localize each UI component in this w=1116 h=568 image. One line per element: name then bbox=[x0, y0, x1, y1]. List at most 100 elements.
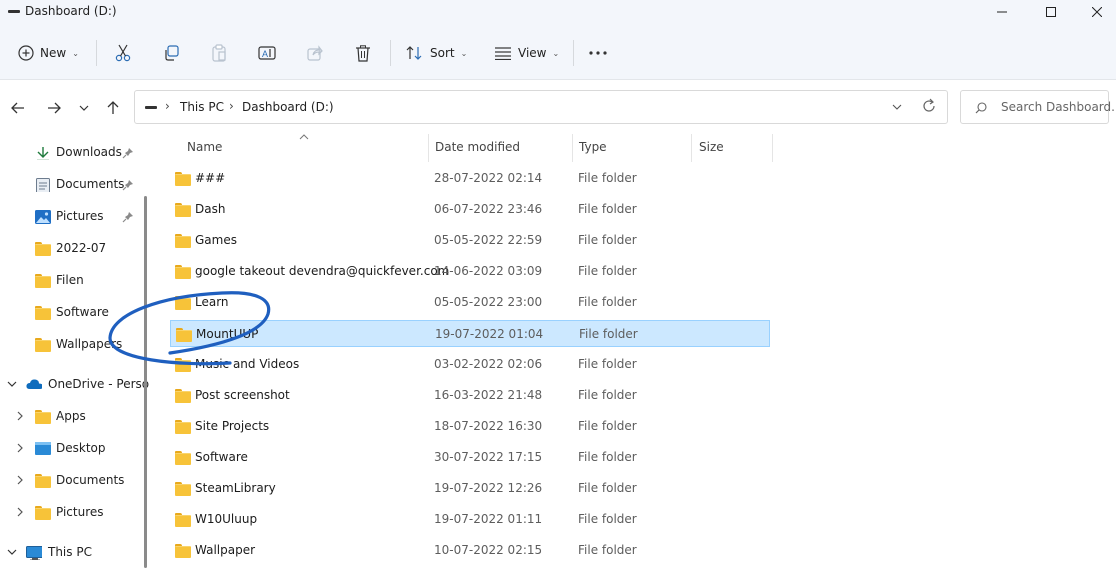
breadcrumb-this-pc[interactable]: This PC bbox=[180, 100, 224, 114]
sidebar-item-apps[interactable]: Apps bbox=[0, 403, 148, 431]
table-row[interactable]: Music and Videos 03-02-2022 02:06 File fol… bbox=[170, 351, 770, 378]
table-row[interactable]: Software 30-07-2022 17:15 File folder bbox=[170, 444, 770, 471]
folder-icon bbox=[175, 358, 191, 372]
table-row[interactable]: google takeout devendra@quickfever.com 14… bbox=[170, 258, 770, 285]
refresh-icon[interactable] bbox=[921, 98, 937, 114]
file-date-modified: 18-07-2022 16:30 bbox=[434, 419, 543, 433]
maximize-button[interactable] bbox=[1028, 0, 1074, 24]
table-row[interactable]: Games 05-05-2022 22:59 File folder bbox=[170, 227, 770, 254]
new-button[interactable]: New ⌄ bbox=[18, 38, 79, 68]
chevron-down-icon bbox=[79, 105, 89, 111]
file-list: Name Date modified Type Size ### 28-07-20… bbox=[152, 134, 1116, 568]
folder-icon bbox=[175, 203, 191, 217]
table-row[interactable]: Dash 06-07-2022 23:46 File folder bbox=[170, 196, 770, 223]
paste-button[interactable] bbox=[211, 38, 227, 68]
file-name: SteamLibrary bbox=[195, 481, 276, 495]
sidebar-item-onedrive-pictures[interactable]: Pictures bbox=[0, 499, 148, 527]
table-row[interactable]: Learn 05-05-2022 23:00 File folder bbox=[170, 289, 770, 316]
chevron-right-icon bbox=[17, 507, 23, 517]
toolbar-divider bbox=[390, 40, 391, 66]
chevron-down-icon: ⌄ bbox=[460, 48, 468, 58]
file-date-modified: 28-07-2022 02:14 bbox=[434, 171, 543, 185]
chevron-right-icon bbox=[17, 411, 23, 421]
breadcrumb-chevron-icon[interactable]: › bbox=[229, 99, 234, 113]
chevron-down-icon: ⌄ bbox=[72, 48, 79, 58]
chevron-right-icon bbox=[17, 475, 23, 485]
sidebar-scrollbar[interactable] bbox=[144, 196, 147, 568]
view-list-icon bbox=[495, 47, 511, 60]
minimize-button[interactable] bbox=[979, 0, 1025, 24]
forward-button[interactable] bbox=[44, 98, 64, 118]
column-header-name[interactable]: Name bbox=[187, 140, 222, 154]
table-row[interactable]: SteamLibrary 19-07-2022 12:26 File folder bbox=[170, 475, 770, 502]
sidebar-item-software[interactable]: Software bbox=[0, 299, 148, 327]
file-date-modified: 16-03-2022 21:48 bbox=[434, 388, 543, 402]
folder-icon bbox=[175, 482, 191, 496]
copy-button[interactable] bbox=[163, 38, 179, 68]
table-row[interactable]: Wallpaper 10-07-2022 02:15 File folder bbox=[170, 537, 770, 564]
toolbar-divider bbox=[573, 40, 574, 66]
table-row[interactable]: Site Projects 18-07-2022 16:30 File folder bbox=[170, 413, 770, 440]
column-divider[interactable] bbox=[428, 134, 429, 162]
back-button[interactable] bbox=[8, 98, 28, 118]
close-button[interactable] bbox=[1074, 0, 1116, 24]
column-header-size[interactable]: Size bbox=[699, 140, 724, 154]
more-options-button[interactable] bbox=[589, 38, 607, 68]
recent-locations-button[interactable] bbox=[74, 98, 94, 118]
cut-button[interactable] bbox=[115, 38, 131, 68]
column-divider[interactable] bbox=[691, 134, 692, 162]
folder-icon bbox=[35, 306, 51, 320]
cloud-icon bbox=[26, 379, 42, 389]
column-divider[interactable] bbox=[572, 134, 573, 162]
delete-button[interactable] bbox=[355, 38, 371, 68]
table-row[interactable]: Post screenshot 16-03-2022 21:48 File fold… bbox=[170, 382, 770, 409]
pin-icon bbox=[122, 180, 133, 191]
sidebar-item-desktop[interactable]: Desktop bbox=[0, 435, 148, 463]
sidebar-item-onedrive-documents[interactable]: Documents bbox=[0, 467, 148, 495]
file-name: google takeout devendra@quickfever.com bbox=[195, 264, 450, 278]
sidebar-item-wallpapers[interactable]: Wallpapers bbox=[0, 331, 148, 359]
sidebar-item-this-pc[interactable]: This PC bbox=[0, 539, 148, 567]
file-type: File folder bbox=[578, 264, 637, 278]
chevron-down-icon bbox=[7, 549, 17, 555]
chevron-down-icon[interactable] bbox=[892, 100, 902, 114]
sidebar-item-label: Filen bbox=[56, 273, 84, 287]
sort-icon bbox=[406, 46, 422, 60]
up-button[interactable] bbox=[103, 98, 123, 118]
table-row[interactable]: MountUUP 19-07-2022 01:04 File folder bbox=[170, 320, 770, 347]
file-type: File folder bbox=[578, 543, 637, 557]
file-type: File folder bbox=[578, 481, 637, 495]
search-box[interactable]: Search Dashboard... bbox=[960, 90, 1116, 124]
file-date-modified: 10-07-2022 02:15 bbox=[434, 543, 543, 557]
folder-icon bbox=[35, 474, 51, 488]
view-button[interactable]: View ⌄ bbox=[494, 38, 559, 68]
sidebar-item-label: Pictures bbox=[56, 505, 104, 519]
sort-button[interactable]: Sort ⌄ bbox=[406, 38, 467, 68]
chevron-right-icon bbox=[17, 443, 23, 453]
column-divider[interactable] bbox=[772, 134, 773, 162]
share-button[interactable] bbox=[307, 38, 323, 68]
computer-icon bbox=[26, 546, 42, 560]
sidebar-item-downloads[interactable]: Downloads bbox=[0, 139, 148, 167]
breadcrumb-chevron-icon[interactable]: › bbox=[165, 99, 170, 113]
sidebar-item-onedrive[interactable]: OneDrive - Perso bbox=[0, 371, 149, 399]
rename-button[interactable]: A bbox=[258, 38, 276, 68]
sidebar-item-documents[interactable]: Documents bbox=[0, 171, 148, 199]
sidebar-item-pictures[interactable]: Pictures bbox=[0, 203, 148, 231]
breadcrumb-dashboard[interactable]: Dashboard (D:) bbox=[242, 100, 334, 114]
table-row[interactable]: ### 28-07-2022 02:14 File folder bbox=[170, 165, 770, 192]
sidebar-item-2022-07[interactable]: 2022-07 bbox=[0, 235, 148, 263]
copy-icon bbox=[165, 45, 179, 61]
table-row[interactable]: W10Uluup 19-07-2022 01:11 File folder bbox=[170, 506, 770, 533]
column-header-type[interactable]: Type bbox=[579, 140, 607, 154]
arrow-right-icon bbox=[48, 102, 61, 114]
sidebar-item-filen[interactable]: Filen bbox=[0, 267, 148, 295]
address-bar[interactable]: › This PC › Dashboard (D:) bbox=[134, 90, 948, 124]
file-name: Games bbox=[195, 233, 237, 247]
folder-icon bbox=[175, 420, 191, 434]
sidebar-item-label: Desktop bbox=[56, 441, 106, 455]
file-date-modified: 19-07-2022 12:26 bbox=[434, 481, 543, 495]
column-header-date[interactable]: Date modified bbox=[435, 140, 520, 154]
svg-text:A: A bbox=[262, 49, 268, 59]
navigation-pane: Downloads Documents Pictures 2022-07 Fil… bbox=[0, 134, 149, 568]
